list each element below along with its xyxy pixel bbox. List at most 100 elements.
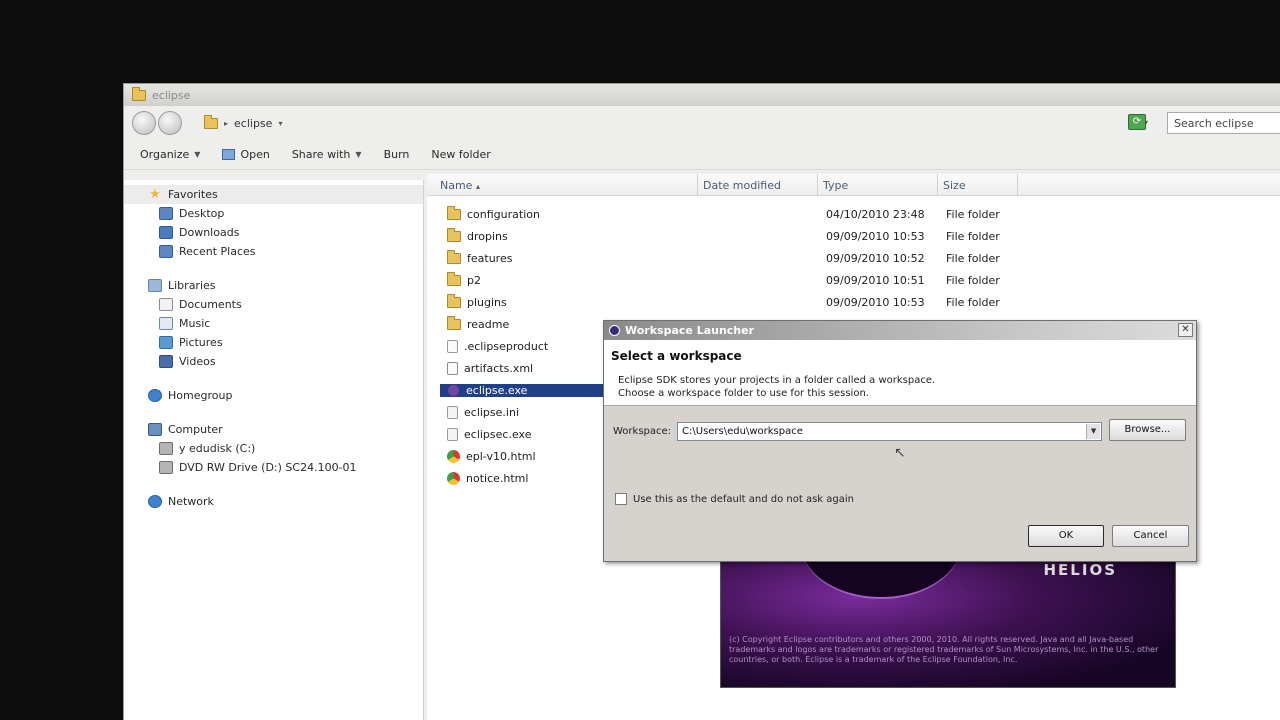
nav-label: Libraries [168,279,216,292]
explorer-titlebar[interactable]: eclipse [124,84,1280,106]
computer-icon [148,423,162,436]
file-type: File folder [946,229,1000,243]
column-header-name[interactable]: Name ▴ [427,174,698,196]
open-label: Open [240,148,270,161]
nav-network[interactable]: Network [124,492,423,511]
dialog-title: Workspace Launcher [625,324,755,337]
nav-favorites[interactable]: ★ Favorites [124,185,423,204]
nav-libraries[interactable]: Libraries [124,276,423,295]
file-date: 09/09/2010 10:53 [826,229,925,243]
workspace-input[interactable] [678,423,1084,440]
share-with-button[interactable]: Share with ▼ [292,148,362,161]
nav-label: Recent Places [179,245,256,258]
description-line-1: Eclipse SDK stores your projects in a fo… [618,375,936,386]
nav-desktop[interactable]: Desktop [124,204,423,223]
nav-documents[interactable]: Documents [124,295,423,314]
computer-group: Computer y edudisk (C:) DVD RW Drive (D:… [124,420,423,477]
file-type: File folder [946,273,1000,287]
file-name-cell[interactable]: plugins [427,293,677,309]
sort-up-icon: ▴ [475,182,480,191]
refresh-button[interactable]: ⟳ [1128,114,1146,130]
nav-homegroup[interactable]: Homegroup [124,386,423,405]
column-header-size[interactable]: Size [938,174,1018,196]
file-name-cell[interactable]: p2 [427,271,677,287]
chevron-down-icon: ▼ [194,150,201,159]
file-icon [447,339,458,353]
workspace-label: Workspace: [613,426,672,437]
organize-label: Organize [140,148,190,161]
column-header-type[interactable]: Type [818,174,938,196]
libraries-icon [148,279,162,292]
file-name-cell[interactable]: eclipse.exe [440,383,614,397]
hard-drive-icon [159,442,173,455]
network-group: Network [124,492,423,511]
pictures-icon [159,336,173,349]
file-name: eclipse.exe [466,383,528,397]
address-bar[interactable]: ▸ eclipse ▾ ▼ [204,112,1154,134]
dialog-heading: Select a workspace [611,349,742,363]
chevron-down-icon: ▼ [355,150,362,159]
nav-label: DVD RW Drive (D:) SC24.100-01 [179,461,357,474]
nav-drive-c[interactable]: y edudisk (C:) [124,439,423,458]
file-row[interactable]: plugins 09/09/2010 10:53 File folder [427,291,1280,313]
file-name-cell[interactable]: features [427,249,677,265]
workspace-row: Workspace: ▼ [613,422,1103,441]
search-input[interactable]: Search eclipse [1167,112,1280,134]
dialog-header: Select a workspace Eclipse SDK stores yo… [604,340,1196,406]
nav-downloads[interactable]: Downloads [124,223,423,242]
nav-videos[interactable]: Videos [124,352,423,371]
nav-recent-places[interactable]: Recent Places [124,242,423,261]
nav-computer[interactable]: Computer [124,420,423,439]
open-button[interactable]: Open [222,148,270,161]
homegroup-icon [148,389,162,402]
ok-button[interactable]: OK [1028,525,1104,547]
folder-icon [447,315,461,330]
burn-button[interactable]: Burn [384,148,410,161]
file-row[interactable]: p2 09/09/2010 10:51 File folder [427,269,1280,291]
nav-label: Downloads [179,226,240,239]
close-button[interactable]: ✕ [1178,323,1193,337]
eclipse-exe-icon [447,383,460,397]
html-file-icon [447,449,460,463]
default-checkbox[interactable] [615,493,627,505]
file-row[interactable]: features 09/09/2010 10:52 File folder [427,247,1280,269]
default-workspace-option[interactable]: Use this as the default and do not ask a… [615,493,854,505]
documents-icon [159,298,173,311]
column-headers: Name ▴ Date modified Type Size [427,174,1280,196]
file-row[interactable]: configuration 04/10/2010 23:48 File folder [427,203,1280,225]
chevron-down-icon[interactable]: ▼ [1086,424,1101,439]
nav-label: Network [168,495,214,508]
folder-icon [447,227,461,242]
organize-button[interactable]: Organize ▼ [140,148,200,161]
downloads-icon [159,226,173,239]
workspace-combobox[interactable]: ▼ [677,422,1103,441]
nav-pictures[interactable]: Pictures [124,333,423,352]
cancel-button[interactable]: Cancel [1112,525,1189,547]
splash-wordmark: HELIOS [1043,561,1117,579]
chevron-right-icon: ▸ [224,118,229,128]
eclipse-logo-arc [801,559,961,599]
back-button[interactable] [132,111,156,135]
browse-button[interactable]: Browse... [1109,419,1186,441]
nav-music[interactable]: Music [124,314,423,333]
nav-label: Computer [168,423,223,436]
dialog-titlebar[interactable]: Workspace Launcher [604,321,1196,340]
file-row[interactable]: dropins 09/09/2010 10:53 File folder [427,225,1280,247]
file-name-cell[interactable]: dropins [427,227,677,243]
homegroup-group: Homegroup [124,386,423,405]
dialog-description: Eclipse SDK stores your projects in a fo… [611,374,1196,400]
address-crumb[interactable]: eclipse [234,117,272,130]
file-name-cell[interactable]: configuration [427,205,677,221]
exe-file-icon [447,427,458,441]
file-type: File folder [946,295,1000,309]
file-name: artifacts.xml [464,361,534,375]
new-folder-button[interactable]: New folder [431,148,490,161]
forward-button[interactable] [158,111,182,135]
chevron-down-icon[interactable]: ▾ [278,119,282,128]
favorites-group: ★ Favorites Desktop Downloads Recent Pla… [124,185,423,261]
window-title: eclipse [152,88,191,102]
nav-drive-d[interactable]: DVD RW Drive (D:) SC24.100-01 [124,458,423,477]
file-name: configuration [467,207,540,221]
folder-icon [447,293,461,308]
column-header-date[interactable]: Date modified [698,174,818,196]
